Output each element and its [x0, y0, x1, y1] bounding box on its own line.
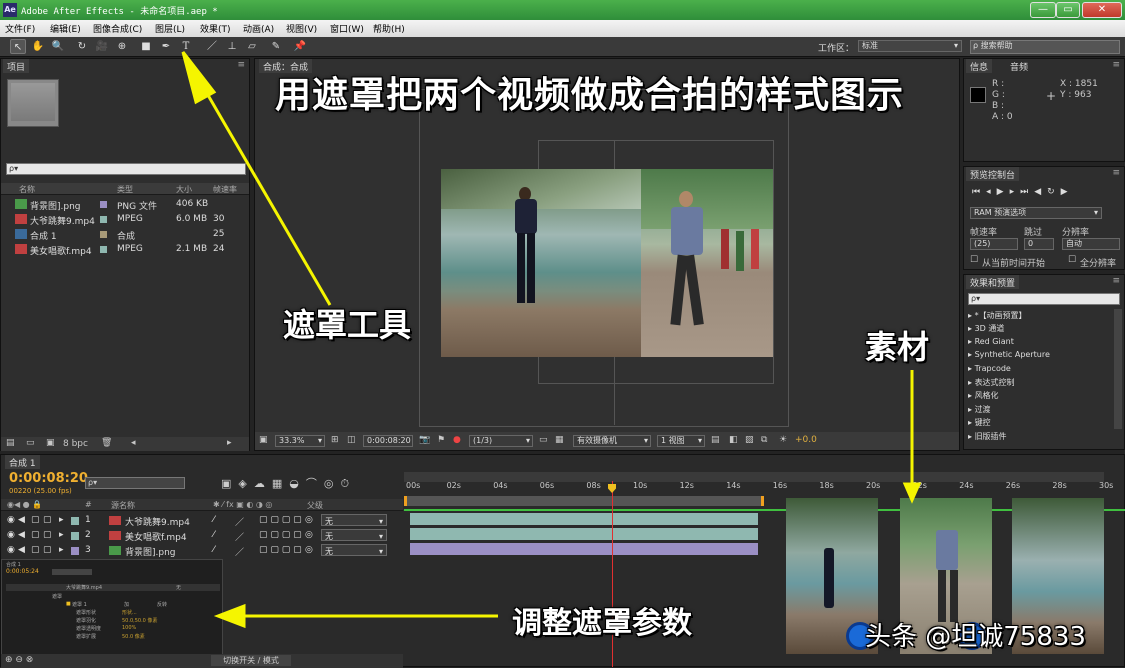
material-label: 素材 — [865, 328, 930, 366]
mask-tool-label: 遮罩工具 — [283, 306, 412, 344]
arrow-head-2 — [902, 482, 922, 504]
watermark-text: 头条 @坦诚75833 — [865, 622, 1086, 652]
arrow-head-1 — [181, 51, 217, 105]
arrow-head-3 — [213, 603, 246, 629]
tutorial-title: 用遮罩把两个视频做成合拍的样式图示 — [275, 75, 905, 116]
adjust-mask-label: 调整遮罩参数 — [512, 606, 692, 641]
arrow-to-pen-tool — [203, 89, 332, 306]
